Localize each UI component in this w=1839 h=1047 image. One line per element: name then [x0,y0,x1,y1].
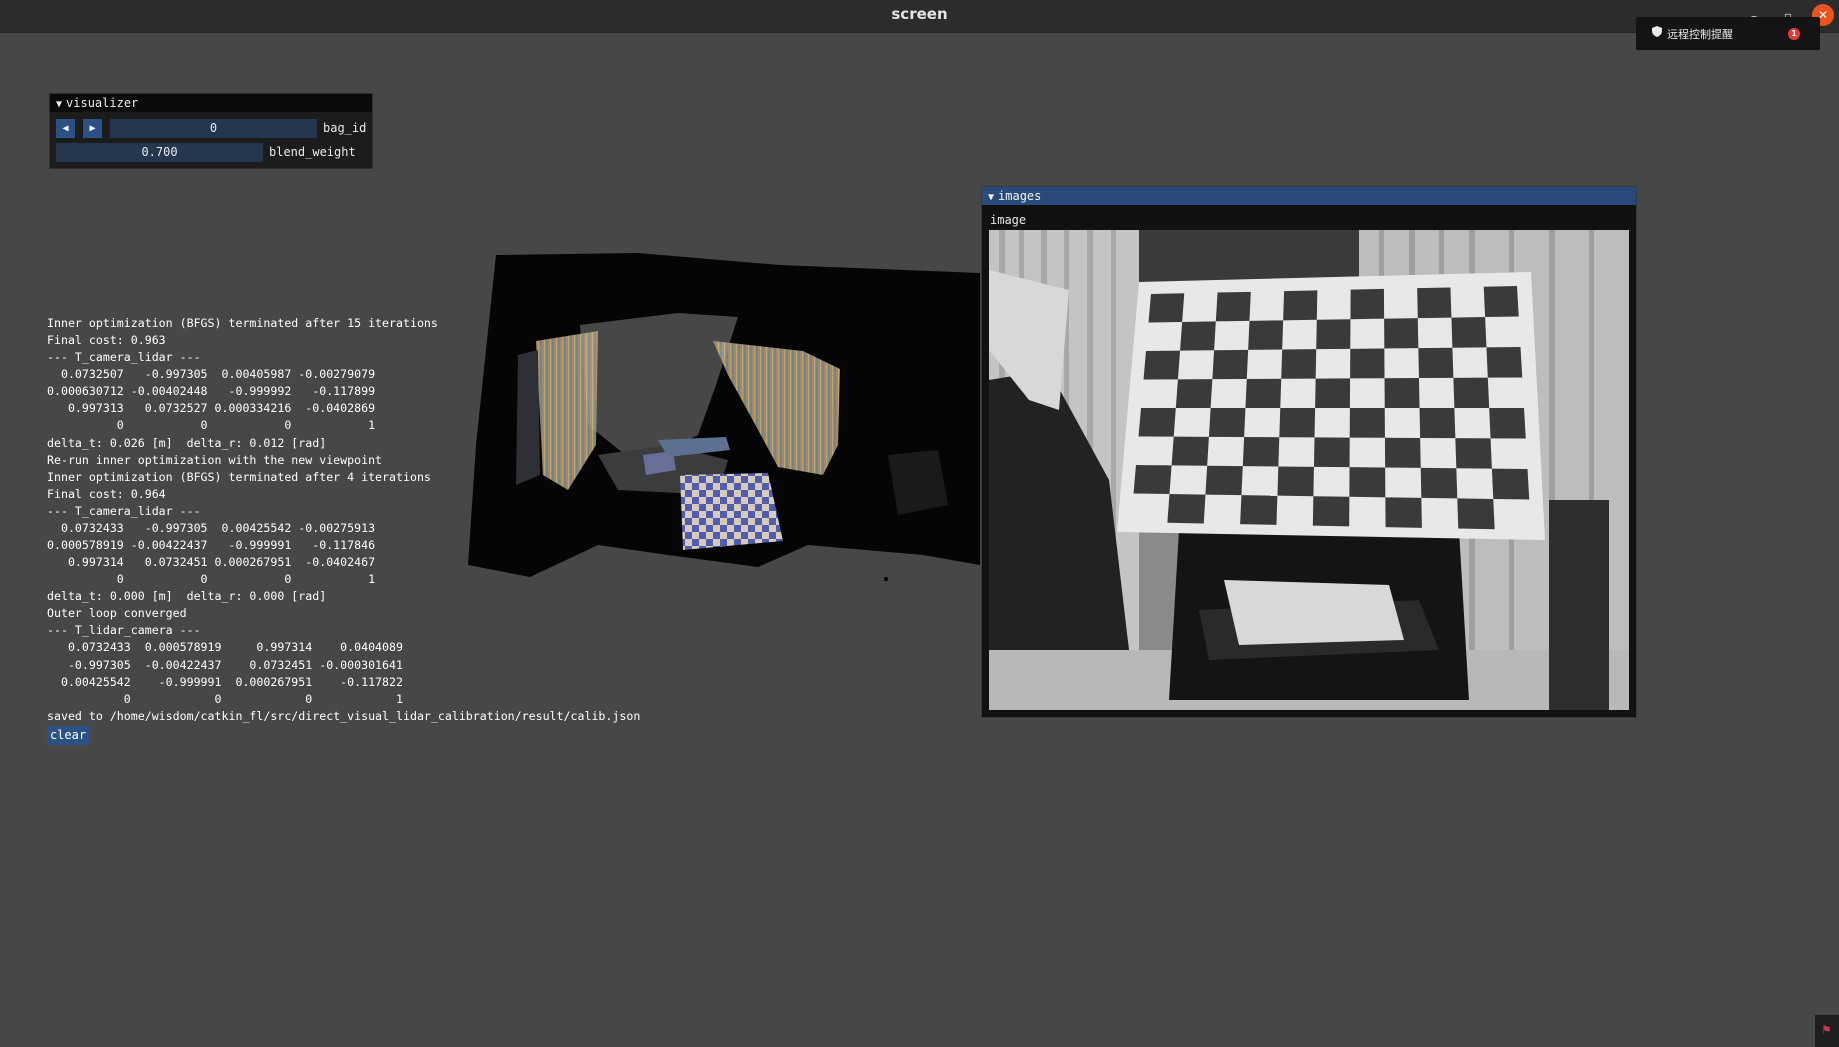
checker-square [1215,291,1251,322]
images-title: images [998,189,1042,203]
checker-square [1419,408,1456,439]
next-bag-button[interactable]: ▶ [83,119,102,138]
log-line: 0.0732433 0.000578919 0.997314 0.0404089 [47,640,403,655]
checker-square [1349,467,1386,498]
notification-badge: 1 [1788,28,1800,40]
window-title: screen [891,5,948,23]
checker-square [1385,497,1422,528]
checker-square [1384,378,1420,408]
blend-weight-slider[interactable]: 0.700 [56,143,263,162]
checker-square [1315,378,1351,408]
bag-id-label: bag_id [323,121,367,135]
log-line: 0 0 0 1 [47,691,403,706]
blend-weight-label: blend_weight [269,145,356,159]
checker-square [1205,465,1243,496]
image-label: image [990,213,1027,227]
checker-square [1175,379,1213,408]
log-line: -0.997305 -0.00422437 0.0732451 -0.00030… [47,657,403,672]
checker-square [1212,349,1249,380]
clear-button[interactable]: clear [47,726,89,745]
visualizer-window-titlebar[interactable]: ▼ visualizer [50,94,372,112]
checker-square [1242,437,1280,467]
checker-square [1489,408,1526,439]
remote-control-notification[interactable]: 远程控制提醒 1 [1636,17,1820,50]
checker-square [1312,496,1350,527]
notification-label: 远程控制提醒 [1667,28,1733,41]
checker-square [1248,320,1284,350]
log-line: saved to /home/wisdom/catkin_fl/src/dire… [47,708,641,723]
checker-square [1491,468,1530,500]
camera-image[interactable] [989,230,1629,710]
checker-square [1349,408,1385,438]
checker-square [1171,436,1209,466]
images-window: ▼ images image [981,186,1637,718]
checker-square [1167,494,1206,524]
checker-square [1486,347,1523,378]
log-line: 0.00425542 -0.999991 0.000267951 -0.1178… [47,674,403,689]
checker-square [1316,319,1351,350]
prev-bag-button[interactable]: ◀ [56,119,75,138]
checker-square [1208,408,1246,438]
log-line: --- T_lidar_camera --- [47,623,201,638]
visualizer-title: visualizer [66,96,139,110]
checker-square [1418,347,1454,379]
checker-square [1279,408,1316,438]
point-cloud-view[interactable] [468,245,980,590]
visualizer-window: ▼ visualizer ◀ ▶ 0 bag_id 0.700 blend_wei… [49,93,373,169]
checker-square [1180,321,1216,351]
checker-square [1283,290,1318,321]
bag-id-row: ◀ ▶ 0 bag_id [56,119,366,138]
checker-square [1451,317,1487,348]
checker-square [1240,495,1278,525]
checker-square [1384,437,1421,468]
checker-square [1457,498,1495,530]
corner-flag-icon[interactable]: ⚑ [1815,1015,1839,1047]
collapse-triangle-icon[interactable]: ▼ [988,189,994,207]
log-line: delta_t: 0.000 [m] delta_r: 0.000 [rad] [47,589,327,604]
checker-square [1455,438,1492,469]
checker-square [1453,377,1490,408]
shield-icon [1652,26,1662,40]
camera-image-render [989,230,1629,710]
checker-square [1420,467,1458,499]
checker-square [1143,350,1181,380]
checker-square [1245,378,1282,408]
checker-square [1313,437,1350,468]
title-bar: screen – ▫ ✕ [0,0,1839,33]
checker-square [1277,466,1314,497]
checker-square [1350,348,1385,379]
collapse-triangle-icon[interactable]: ▼ [56,96,62,114]
checker-square [1483,286,1519,318]
checker-square [1138,408,1176,437]
checker-square [1133,465,1172,495]
checker-square [1148,293,1185,323]
checker-square [1281,349,1317,379]
blend-weight-row: 0.700 blend_weight [56,143,366,162]
checker-square [1384,318,1419,349]
images-window-titlebar[interactable]: ▼ images [982,187,1636,205]
checker-square [1350,288,1385,320]
checker-square [1417,287,1452,319]
bag-id-slider[interactable]: 0 [110,119,317,138]
log-line: Outer loop converged [47,606,187,621]
